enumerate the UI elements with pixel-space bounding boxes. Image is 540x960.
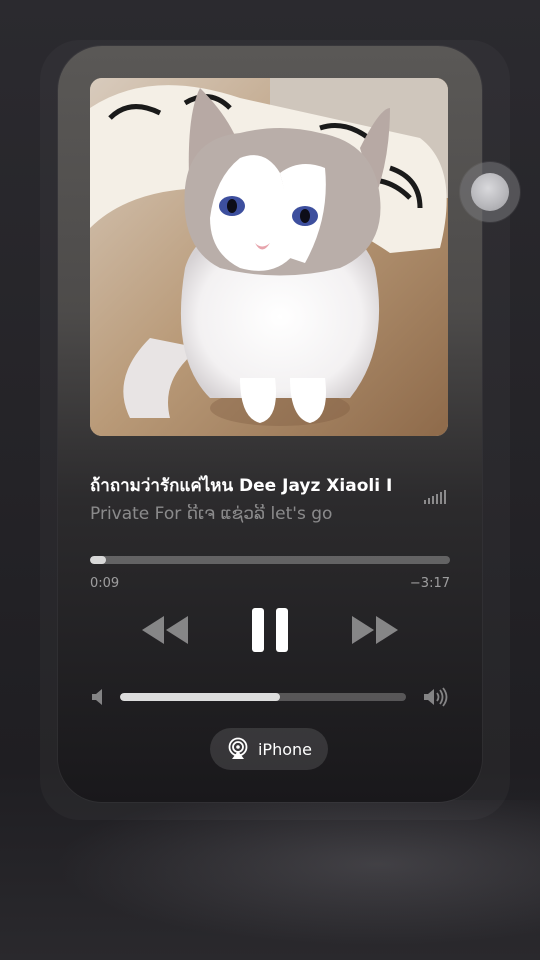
pause-icon (252, 608, 288, 652)
background-blur (0, 800, 540, 960)
assistive-touch-button[interactable] (460, 162, 520, 222)
fast-forward-icon (352, 616, 398, 644)
rewind-button[interactable] (140, 612, 192, 648)
cat-artwork-icon (90, 78, 448, 436)
remaining-time: −3:17 (409, 576, 450, 591)
volume-low-icon (92, 689, 102, 705)
output-device-label: iPhone (257, 739, 312, 759)
fast-forward-button[interactable] (348, 612, 400, 648)
elapsed-time: 0:09 (90, 576, 120, 591)
now-playing-bars-icon (424, 490, 446, 504)
volume-high-icon (424, 687, 448, 707)
rewind-icon (142, 616, 188, 644)
track-artist: Private For ດີເຈ ແຊ່ວລີ let's go (90, 504, 333, 524)
airplay-output-button[interactable]: iPhone (210, 728, 328, 770)
progress-fill (90, 556, 107, 564)
assistive-touch-icon (471, 173, 509, 211)
track-title: ถ้าถามว่ารักแค่ไหน Dee Jayz Xiaoli I (90, 476, 393, 496)
pause-button[interactable] (248, 606, 292, 654)
progress-scrubber[interactable] (90, 556, 450, 564)
volume-fill (120, 693, 281, 701)
now-playing-card: ถ้าถามว่ารักแค่ไหน Dee Jayz Xiaoli I Pri… (58, 46, 482, 802)
album-artwork (90, 78, 448, 436)
volume-slider[interactable] (120, 693, 406, 701)
airplay-icon (228, 737, 248, 759)
